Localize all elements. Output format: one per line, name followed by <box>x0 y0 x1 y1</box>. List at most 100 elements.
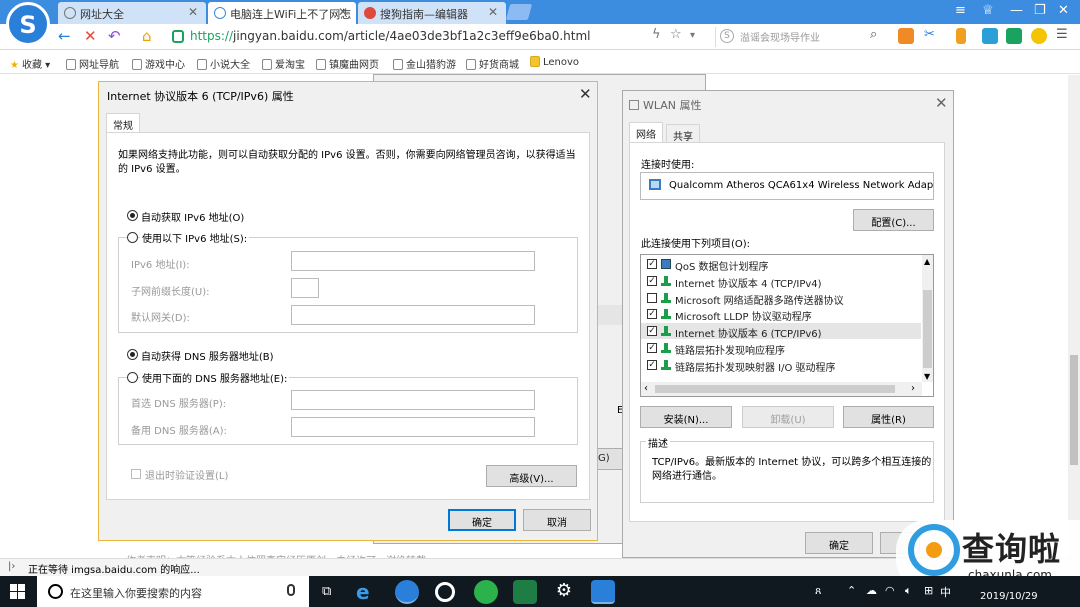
connection-items-list[interactable]: ✓ QoS 数据包计划程序 ✓ Internet 协议版本 4 (TCP/IPv… <box>640 254 934 397</box>
close-icon[interactable]: ✕ <box>935 94 948 112</box>
favorite-star-icon[interactable]: ☆ <box>670 27 682 42</box>
page-scrollbar[interactable] <box>1068 75 1080 558</box>
auto-dns-label[interactable]: 自动获得 DNS 服务器地址(B) <box>141 348 274 363</box>
skin-icon[interactable]: ♕ <box>982 3 994 18</box>
prefix-length-field[interactable] <box>291 278 319 298</box>
bookmark-game-site[interactable]: 镇魔曲网页 <box>316 56 379 71</box>
dropdown-chevron-icon[interactable]: ▾ <box>690 30 695 41</box>
item-checkbox[interactable]: ✓ <box>647 326 657 336</box>
tab-editor[interactable]: 搜狗指南—编辑器 ✕ <box>358 2 506 24</box>
bookmark-shop[interactable]: 好货商城 <box>466 56 519 71</box>
list-item[interactable]: Microsoft 网络适配器多路传送器协议 <box>641 290 921 307</box>
stop-icon[interactable]: ✕ <box>84 27 97 45</box>
back-icon[interactable]: ← <box>58 27 71 45</box>
ime-icon[interactable]: ⊞ <box>924 584 933 597</box>
scroll-up-icon[interactable]: ▲ <box>924 257 930 266</box>
close-window-icon[interactable]: ✕ <box>1058 3 1069 18</box>
properties-button[interactable]: 属性(R) <box>843 406 934 428</box>
close-tab-icon[interactable]: ✕ <box>488 5 498 19</box>
auto-ipv6-radio[interactable] <box>127 210 138 221</box>
people-icon[interactable]: ጸ <box>815 584 821 598</box>
bookmark-taobao[interactable]: 爱淘宝 <box>262 56 305 71</box>
excel-icon[interactable] <box>513 580 537 604</box>
taskbar-date[interactable]: 2019/10/29 <box>980 591 1038 602</box>
validate-checkbox[interactable] <box>131 469 141 479</box>
input-method-label[interactable]: 中 <box>940 584 951 600</box>
item-checkbox[interactable]: ✓ <box>647 360 657 370</box>
configure-button[interactable]: 配置(C)... <box>853 209 934 231</box>
manual-dns-radio[interactable] <box>127 372 138 383</box>
list-item[interactable]: ✓ Microsoft LLDP 协议驱动程序 <box>641 306 921 323</box>
key-icon[interactable] <box>956 28 966 44</box>
item-checkbox[interactable]: ✓ <box>647 276 657 286</box>
scroll-down-icon[interactable]: ▼ <box>924 372 930 381</box>
bookmark-lenovo[interactable]: Lenovo <box>530 56 579 68</box>
show-hidden-icons[interactable]: ⌃ <box>847 584 856 597</box>
gateway-field[interactable] <box>291 305 535 325</box>
close-tab-icon[interactable]: ✕ <box>338 5 348 19</box>
wifi-icon[interactable]: ◠ <box>885 584 895 597</box>
uninstall-button[interactable]: 卸载(U) <box>742 406 834 428</box>
advanced-button[interactable]: 高级(V)... <box>486 465 577 487</box>
scissors-icon[interactable]: ✂ <box>924 27 935 42</box>
bookmark-kingsoft[interactable]: 金山猎豹游 <box>393 56 456 71</box>
wechat-icon[interactable] <box>474 580 498 604</box>
restore-icon[interactable]: ❐ <box>1034 3 1046 18</box>
media-player-icon[interactable] <box>435 582 455 602</box>
close-icon[interactable]: ✕ <box>579 85 592 103</box>
scroll-left-icon[interactable]: ‹ <box>644 383 648 394</box>
tab-general[interactable]: 常规 <box>106 113 140 133</box>
microphone-icon[interactable] <box>287 584 295 596</box>
preferred-dns-field[interactable] <box>291 390 535 410</box>
ipv6-address-field[interactable] <box>291 251 535 271</box>
extension-icon[interactable] <box>898 28 914 44</box>
tab-networking[interactable]: 网络 <box>629 122 663 143</box>
tab-sharing[interactable]: 共享 <box>666 124 700 143</box>
item-checkbox[interactable]: ✓ <box>647 259 657 269</box>
undo-icon[interactable]: ↶ <box>108 27 121 45</box>
scroll-right-icon[interactable]: › <box>911 383 915 394</box>
manual-ipv6-radio[interactable] <box>127 232 138 243</box>
ok-button[interactable]: 确定 <box>448 509 516 531</box>
close-tab-icon[interactable]: ✕ <box>188 5 198 19</box>
list-item[interactable]: ✓ 链路层拓扑发现映射器 I/O 驱动程序 <box>641 357 921 374</box>
cancel-button[interactable]: 取消 <box>523 509 591 531</box>
tab-article[interactable]: 电脑连上WiFi上不了网怎 ✕ <box>208 2 356 24</box>
translate-icon[interactable] <box>982 28 998 44</box>
settings-gear-icon[interactable]: ⚙ <box>552 580 576 604</box>
more-menu-icon[interactable]: ☰ <box>1056 27 1068 42</box>
list-item[interactable]: ✓ QoS 数据包计划程序 <box>641 256 921 273</box>
sogou-browser-taskbar-icon[interactable] <box>395 580 419 604</box>
item-checkbox[interactable] <box>647 293 657 303</box>
auto-ipv6-label[interactable]: 自动获取 IPv6 地址(O) <box>141 209 244 224</box>
control-panel-icon[interactable] <box>591 580 615 604</box>
windows-start-icon[interactable] <box>10 584 26 600</box>
list-item[interactable]: ✓ 链路层拓扑发现响应程序 <box>641 340 921 357</box>
tray-app-icon[interactable]: ☁ <box>866 584 877 597</box>
ok-button[interactable]: 确定 <box>805 532 873 554</box>
minimize-icon[interactable]: — <box>1010 3 1023 18</box>
install-button[interactable]: 安装(N)... <box>640 406 732 428</box>
lightning-icon[interactable]: ϟ <box>652 27 661 42</box>
bookmark-favorites[interactable]: ★ 收藏 ▾ <box>10 56 50 71</box>
emoji-icon[interactable] <box>1031 28 1047 44</box>
sogou-browser-logo[interactable]: S <box>6 2 50 46</box>
page-scrollbar-thumb[interactable] <box>1070 355 1078 465</box>
list-item-selected[interactable]: ✓ Internet 协议版本 6 (TCP/IPv6) <box>641 323 921 340</box>
list-item[interactable]: ✓ Internet 协议版本 4 (TCP/IPv4) <box>641 273 921 290</box>
item-checkbox[interactable]: ✓ <box>647 309 657 319</box>
home-icon[interactable]: ⌂ <box>142 27 152 45</box>
tab-web-directory[interactable]: 网址大全 ✕ <box>58 2 206 24</box>
manual-ipv6-label[interactable]: 使用以下 IPv6 地址(S): <box>140 230 250 245</box>
bookmark-nav[interactable]: 网址导航 <box>66 56 119 71</box>
qq-icon[interactable] <box>1006 28 1022 44</box>
search-icon[interactable]: ⌕ <box>870 27 877 42</box>
bookmark-games[interactable]: 游戏中心 <box>132 56 185 71</box>
list-vertical-scroll-thumb[interactable] <box>923 290 932 368</box>
volume-icon[interactable]: 🔈︎ <box>905 584 912 598</box>
address-bar[interactable]: https://jingyan.baidu.com/article/4ae03d… <box>168 26 698 47</box>
manual-dns-label[interactable]: 使用下面的 DNS 服务器地址(E): <box>140 370 290 385</box>
edge-browser-icon[interactable]: e <box>356 580 380 604</box>
taskbar-search-input[interactable]: 在这里输入你要搜索的内容 <box>37 576 309 607</box>
auto-dns-radio[interactable] <box>127 349 138 360</box>
